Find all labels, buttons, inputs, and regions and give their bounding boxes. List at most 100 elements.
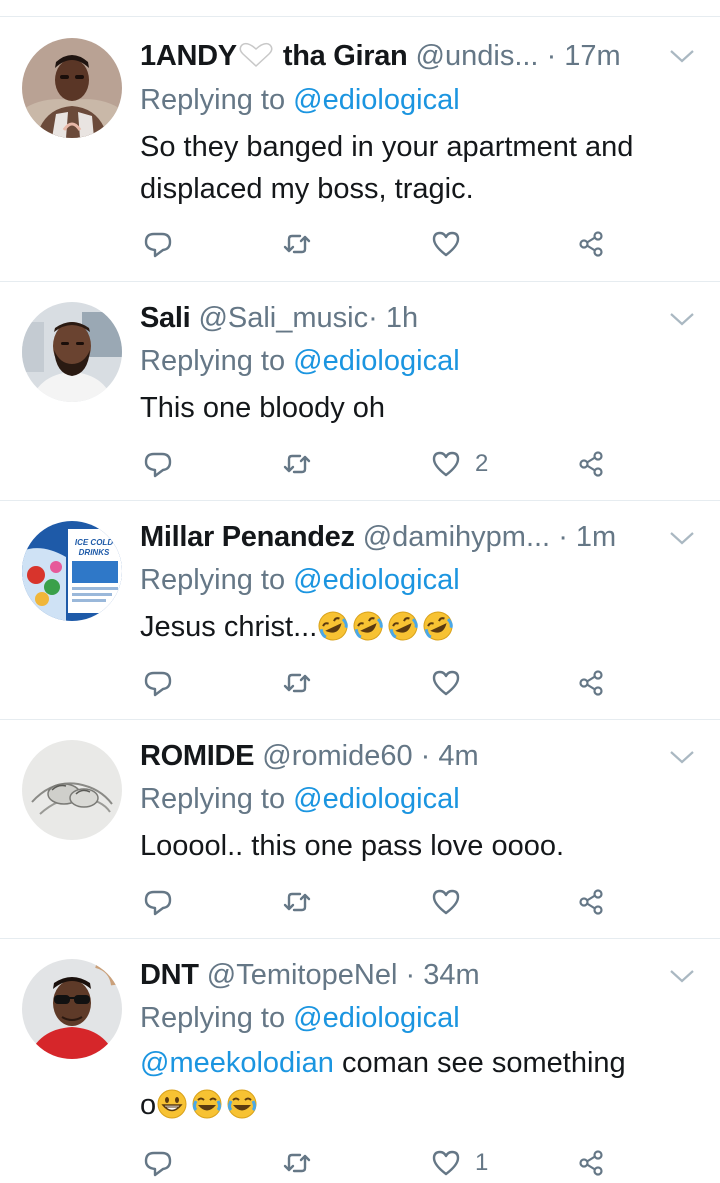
timestamp[interactable]: 17m xyxy=(564,40,620,72)
avatar[interactable]: ICE COLD DRINKS xyxy=(22,521,122,621)
chevron-down-icon[interactable] xyxy=(668,309,696,329)
chevron-down-icon[interactable] xyxy=(668,46,696,66)
retweet-icon xyxy=(283,673,311,693)
tweet-actions xyxy=(0,882,720,922)
reply-mention-link[interactable]: @ediological xyxy=(293,1002,459,1034)
reply-mention-link[interactable]: @ediological xyxy=(293,345,459,377)
tweet-header: 1ANDY tha Giran @undis... · 17m xyxy=(140,36,660,76)
tweet[interactable]: ROMIDE @romide60 · 4m Replying to @ediol… xyxy=(0,720,720,939)
separator-dot: · xyxy=(546,40,557,72)
tweet-text: Jesus christ... xyxy=(140,606,700,648)
reply-feed: 1ANDY tha Giran @undis... · 17m Replying… xyxy=(0,0,720,1180)
display-name[interactable]: ROMIDE xyxy=(140,740,255,772)
tweet[interactable]: Sali @Sali_music· 1h Replying to @ediolo… xyxy=(0,282,720,501)
replying-to-label: Replying to xyxy=(140,1002,286,1034)
reply-button[interactable] xyxy=(143,663,173,703)
reply-icon xyxy=(144,232,172,258)
avatar[interactable] xyxy=(22,740,122,840)
tweet-text: Looool.. this one pass love oooo. xyxy=(140,825,700,867)
replying-to-label: Replying to xyxy=(140,84,286,116)
retweet-button[interactable] xyxy=(282,1143,312,1183)
like-button[interactable] xyxy=(431,882,475,922)
reply-button[interactable] xyxy=(143,882,173,922)
replying-to-label: Replying to xyxy=(140,345,286,377)
timestamp[interactable]: 34m xyxy=(423,959,479,991)
reply-button[interactable] xyxy=(143,224,173,264)
chevron-down-icon[interactable] xyxy=(668,747,696,767)
tweet-actions xyxy=(0,224,720,264)
chevron-down-icon[interactable] xyxy=(668,528,696,548)
timestamp[interactable]: 4m xyxy=(438,740,478,772)
replying-to-label: Replying to xyxy=(140,564,286,596)
user-handle[interactable]: @TemitopeNel xyxy=(207,959,398,991)
tweet-actions: 1 xyxy=(0,1143,720,1183)
user-handle[interactable]: @damihypm... xyxy=(363,521,550,553)
timestamp[interactable]: 1h xyxy=(386,302,418,334)
reply-mention-link[interactable]: @ediological xyxy=(293,564,459,596)
reply-button[interactable] xyxy=(143,1143,173,1183)
display-name[interactable]: Sali xyxy=(140,302,191,334)
chevron-down-icon[interactable] xyxy=(668,966,696,986)
share-button[interactable] xyxy=(576,1143,606,1183)
reply-icon xyxy=(144,1151,172,1177)
display-name[interactable]: Millar Penandez xyxy=(140,521,355,553)
tweet-text-fragment: coman see something xyxy=(341,1047,626,1079)
timestamp[interactable]: 1m xyxy=(576,521,616,553)
rofl-emoji-icon xyxy=(422,611,457,643)
tweet-text-fragment: o xyxy=(140,1089,157,1121)
tweet[interactable]: ICE COLD DRINKS Millar Penandez @damihyp… xyxy=(0,501,720,720)
retweet-button[interactable] xyxy=(282,444,312,484)
retweet-icon xyxy=(283,1153,311,1173)
like-count: 1 xyxy=(475,1149,489,1176)
tweet-text-line: Looool.. this one pass love oooo. xyxy=(140,830,565,862)
avatar[interactable] xyxy=(22,38,122,138)
display-name[interactable]: DNT xyxy=(140,959,199,991)
tweet-text-line: o xyxy=(140,1084,700,1126)
user-handle[interactable]: @Sali_music xyxy=(198,302,368,334)
share-icon xyxy=(579,231,603,257)
retweet-button[interactable] xyxy=(282,882,312,922)
display-name[interactable]: 1ANDY xyxy=(140,40,237,72)
white-heart-emoji-icon xyxy=(237,39,275,68)
retweet-icon xyxy=(283,454,311,474)
share-icon xyxy=(579,451,603,477)
tweet-header: Millar Penandez @damihypm... · 1m xyxy=(140,517,660,557)
heart-icon xyxy=(432,670,460,696)
avatar-brand-text: DRINKS xyxy=(79,548,110,557)
tweet[interactable]: DNT @TemitopeNel · 34m Replying to @edio… xyxy=(0,939,720,1180)
tears-of-joy-emoji-icon xyxy=(226,1089,261,1121)
replying-to: Replying to @ediological xyxy=(140,998,460,1038)
reply-button[interactable] xyxy=(143,444,173,484)
tweet-text: This one bloody oh xyxy=(140,387,700,429)
user-handle[interactable]: @undis... xyxy=(416,40,539,72)
share-button[interactable] xyxy=(576,224,606,264)
retweet-button[interactable] xyxy=(282,663,312,703)
body-mention-link[interactable]: @meekolodian xyxy=(140,1047,334,1079)
display-name-suffix[interactable]: tha Giran xyxy=(283,40,408,72)
tweet-text: So they banged in your apartment and dis… xyxy=(140,126,700,210)
reply-mention-link[interactable]: @ediological xyxy=(293,84,459,116)
tweet-text-line: So they banged in your apartment and xyxy=(140,131,634,163)
like-button[interactable]: 1 xyxy=(431,1143,488,1183)
like-button[interactable] xyxy=(431,224,475,264)
share-button[interactable] xyxy=(576,882,606,922)
tweet-text-line: Jesus christ... xyxy=(140,611,318,643)
heart-icon xyxy=(432,451,460,477)
share-button[interactable] xyxy=(576,444,606,484)
share-icon xyxy=(579,670,603,696)
tweet[interactable]: 1ANDY tha Giran @undis... · 17m Replying… xyxy=(0,0,720,282)
like-button[interactable] xyxy=(431,663,475,703)
grin-emoji-icon xyxy=(156,1089,191,1121)
tweet-header: DNT @TemitopeNel · 34m xyxy=(140,955,660,995)
user-handle[interactable]: @romide60 xyxy=(262,740,412,772)
replying-to: Replying to @ediological xyxy=(140,779,460,819)
reply-icon xyxy=(144,890,172,916)
avatar[interactable] xyxy=(22,959,122,1059)
like-button[interactable]: 2 xyxy=(431,444,488,484)
replying-to: Replying to @ediological xyxy=(140,80,460,120)
share-button[interactable] xyxy=(576,663,606,703)
reply-mention-link[interactable]: @ediological xyxy=(293,783,459,815)
tweet-text-line: This one bloody oh xyxy=(140,392,386,424)
avatar[interactable] xyxy=(22,302,122,402)
retweet-button[interactable] xyxy=(282,224,312,264)
